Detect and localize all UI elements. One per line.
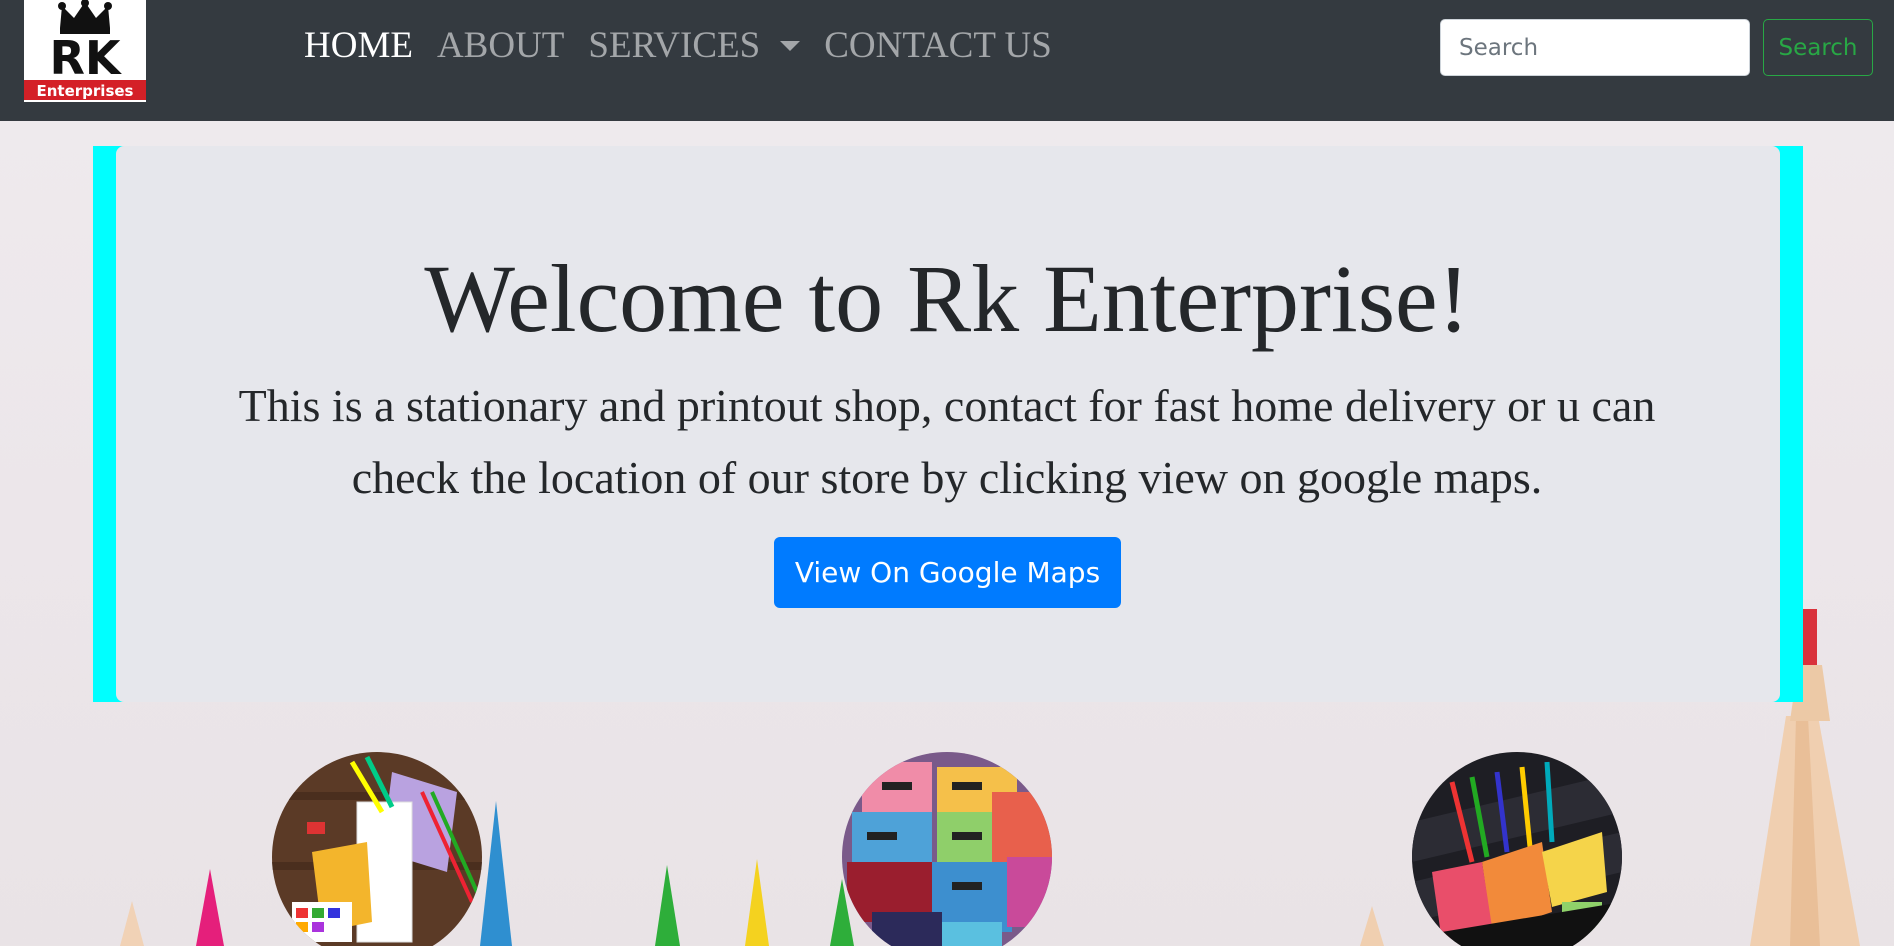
nav-about[interactable]: ABOUT <box>425 22 576 70</box>
nav-contact-us[interactable]: CONTACT US <box>812 22 1064 70</box>
page-title: Welcome to Rk Enterprise! <box>424 245 1470 352</box>
nav-services-dropdown[interactable]: SERVICES <box>576 22 812 70</box>
brand-logo[interactable]: RK Enterprises <box>24 0 146 102</box>
search-input[interactable] <box>1440 19 1750 76</box>
service-image-pen-organizer[interactable] <box>1412 752 1622 946</box>
nav-services-label: SERVICES <box>588 25 761 66</box>
logo-letters: RK <box>49 31 122 85</box>
service-image-stationery[interactable] <box>272 752 482 946</box>
stationery-flatlay-image <box>272 752 482 946</box>
pen-organizer-image <box>1412 752 1622 946</box>
caret-down-icon <box>780 41 801 51</box>
jumbotron-lead: This is a stationary and printout shop, … <box>238 380 1656 503</box>
view-on-google-maps-button[interactable]: View On Google Maps <box>774 537 1121 608</box>
search-button[interactable]: Search <box>1763 19 1873 76</box>
logo-caption: Enterprises <box>37 82 134 100</box>
nav-home[interactable]: HOME <box>304 22 425 70</box>
navbar: RK Enterprises HOME ABOUT SERVICES CONTA… <box>0 0 1894 121</box>
service-image-notebooks[interactable] <box>842 752 1052 946</box>
nav-links: HOME ABOUT SERVICES CONTACT US <box>304 22 1064 70</box>
classmate-notebooks-image <box>842 752 1052 946</box>
crown-logo-icon: RK Enterprises <box>24 0 146 100</box>
